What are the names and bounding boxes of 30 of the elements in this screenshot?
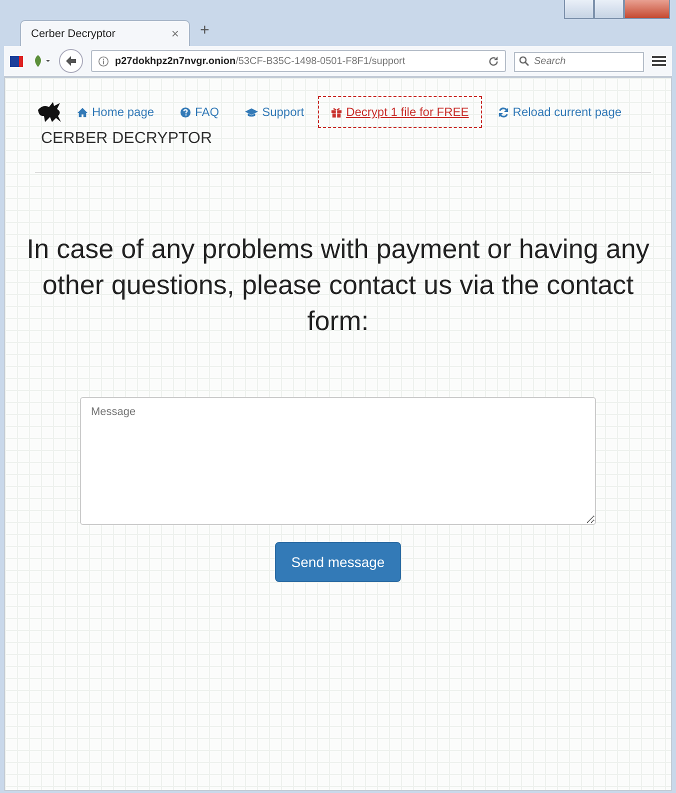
support-heading: In case of any problems with payment or having any other questions, please contact us via the contact form:: [26, 233, 650, 338]
site-title: CERBER DECRYPTOR: [41, 130, 213, 148]
new-tab-button[interactable]: +: [200, 22, 210, 40]
tab-close-button[interactable]: ×: [171, 26, 179, 41]
gift-icon: [331, 106, 342, 118]
send-message-button[interactable]: Send message: [275, 542, 401, 582]
question-icon: [180, 106, 192, 118]
home-icon: [77, 106, 88, 118]
graduation-cap-icon: [245, 106, 258, 118]
nav-link[interactable]: Reload current page: [498, 97, 622, 127]
tab-title: Cerber Decryptor: [31, 28, 116, 40]
address-bar[interactable]: p27dokhpz2n7nvgr.onion/53CF-B35C-1498-0501-F8F1/support: [91, 50, 506, 72]
minimize-button[interactable]: [564, 0, 594, 19]
info-icon[interactable]: [98, 56, 109, 66]
close-button[interactable]: [624, 0, 670, 19]
url-text: p27dokhpz2n7nvgr.onion/53CF-B35C-1498-0501-F8F1/support: [115, 56, 406, 66]
extension-icon[interactable]: [10, 54, 23, 68]
browser-tab[interactable]: Cerber Decryptor ×: [20, 20, 190, 46]
message-field[interactable]: Message: [80, 397, 596, 525]
nav-link[interactable]: Home page: [77, 97, 154, 127]
nav-link[interactable]: Decrypt 1 file for FREE: [318, 96, 482, 128]
nav-link[interactable]: Support: [245, 97, 304, 127]
reload-icon: [498, 106, 509, 118]
back-button[interactable]: [59, 49, 83, 73]
search-field[interactable]: Search: [514, 52, 644, 72]
maximize-button[interactable]: [594, 0, 624, 19]
nav-link[interactable]: FAQ: [180, 97, 220, 127]
reload-icon[interactable]: [488, 56, 499, 66]
arrow-icon: [65, 55, 77, 67]
menu-icon[interactable]: [652, 55, 666, 67]
